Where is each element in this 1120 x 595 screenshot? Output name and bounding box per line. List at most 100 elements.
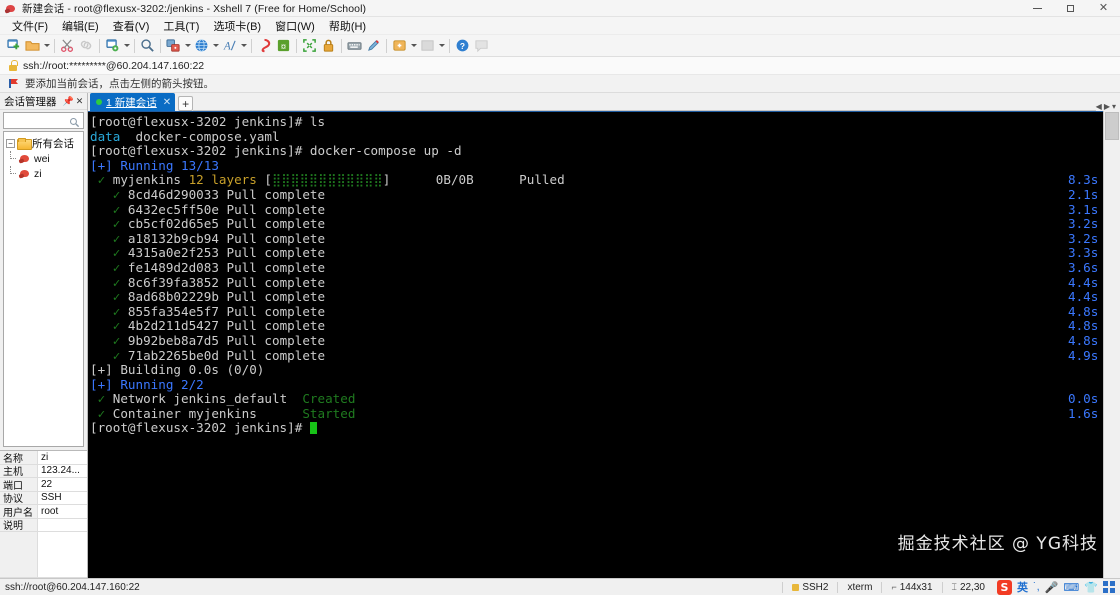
terminal-line: [root@flexusx-3202 jenkins]# ls <box>90 114 1103 130</box>
menu-tabs[interactable]: 选项卡(B) <box>206 17 268 35</box>
terminal-text: data <box>90 128 121 144</box>
property-value-empty <box>38 532 87 577</box>
maximize-button[interactable] <box>1054 0 1087 17</box>
terminal-line: ✓ 6432ec5ff50e Pull complete 3.1s <box>90 202 1103 218</box>
folder-dropdown-caret[interactable] <box>42 36 51 55</box>
package-caret[interactable] <box>409 36 418 55</box>
status-protocol-label: SSH2 <box>802 581 829 593</box>
menu-view[interactable]: 查看(V) <box>106 17 157 35</box>
session-item-zi[interactable]: zi <box>6 166 81 181</box>
new-tab-button[interactable]: + <box>178 96 194 111</box>
pin-icon[interactable]: 📌 <box>63 95 74 108</box>
terminal-text: 8ad68b02229b Pull complete <box>120 289 326 305</box>
toolbar-separator <box>160 38 161 53</box>
terminal-line: [+] Running 2/2 <box>90 377 1103 393</box>
menu-help[interactable]: 帮助(H) <box>322 17 373 35</box>
layout-caret[interactable] <box>437 36 446 55</box>
status-protocol: SSH2 <box>783 582 837 593</box>
terminal-text: ] 0B/0B Pulled <box>382 172 565 188</box>
terminal-duration: 4.8s <box>1068 332 1099 348</box>
tab-nav-menu-icon[interactable]: ▾ <box>1112 102 1116 111</box>
terminal-duration: 3.2s <box>1068 230 1099 246</box>
xshell-icon <box>4 2 18 15</box>
keyboard-icon[interactable] <box>345 36 364 55</box>
menu-window[interactable]: 窗口(W) <box>268 17 322 35</box>
terminal-duration: 4.9s <box>1068 347 1099 363</box>
window-title: 新建会话 - root@flexusx-3202:/jenkins - Xshe… <box>22 2 367 15</box>
tab-session-1[interactable]: 1 新建会话 ✕ <box>90 93 176 111</box>
tshirt-icon[interactable]: 👕 <box>1084 581 1098 594</box>
session-manager-panel: 会话管理器 📌 ✕ − 所有会话 wei zi 名称 zi 主机 123.24.… <box>0 93 88 578</box>
address-bar[interactable]: ssh://root:*********@60.204.147.160:22 <box>0 57 1120 75</box>
fullscreen-icon[interactable] <box>300 36 319 55</box>
connected-dot-icon <box>96 99 102 105</box>
close-icon[interactable]: ✕ <box>74 95 85 108</box>
keyboard-icon[interactable]: ⌨ <box>1063 581 1079 594</box>
terminal-text: [+] Building 0.0s (0/0) <box>90 362 265 378</box>
terminal-line: ✓ a18132b9cb94 Pull complete 3.2s <box>90 230 1103 247</box>
close-button[interactable]: ✕ <box>1087 0 1120 17</box>
punctuation-icon[interactable]: ˙, <box>1033 581 1040 593</box>
tab-nav-prev-icon[interactable]: ◀ <box>1096 102 1102 111</box>
menu-file[interactable]: 文件(F) <box>5 17 55 35</box>
property-key: 端口 <box>0 478 38 492</box>
mic-icon[interactable]: 🎤 <box>1045 581 1059 594</box>
tab-nav-next-icon[interactable]: ▶ <box>1104 102 1110 111</box>
session-icon <box>18 168 31 180</box>
package-icon[interactable] <box>390 36 409 55</box>
open-folder-icon[interactable] <box>23 36 42 55</box>
menu-tools[interactable]: 工具(T) <box>156 17 206 35</box>
new-session-icon[interactable] <box>4 36 23 55</box>
minimize-icon <box>1033 7 1042 9</box>
menu-edit[interactable]: 编辑(E) <box>55 17 106 35</box>
scissors-icon[interactable] <box>58 36 77 55</box>
toolbar-separator <box>386 38 387 53</box>
toolbar-separator <box>341 38 342 53</box>
session-manager-title: 会话管理器 <box>4 95 57 108</box>
terminal-text: [root@flexusx-3202 jenkins]# docker-comp… <box>90 143 462 159</box>
terminal-line: [+] Running 13/13 <box>90 157 1103 174</box>
terminal-output[interactable]: [root@flexusx-3202 jenkins]# ls data dock… <box>88 111 1103 578</box>
terminal-text: 855fa354e5f7 Pull complete <box>120 303 326 319</box>
session-settings-icon[interactable] <box>103 36 122 55</box>
terminal-text: 71ab2265be0d Pull complete <box>120 347 326 363</box>
globe-caret[interactable] <box>211 36 220 55</box>
money-icon[interactable]: ¤ <box>274 36 293 55</box>
ribbon-icon[interactable] <box>255 36 274 55</box>
close-icon[interactable]: ✕ <box>163 97 171 108</box>
font-caret[interactable] <box>239 36 248 55</box>
flag-icon <box>8 78 19 89</box>
grid-icon[interactable] <box>1103 581 1115 593</box>
svg-text:A: A <box>223 40 231 52</box>
transfer-caret[interactable] <box>183 36 192 55</box>
tree-root-all-sessions[interactable]: − 所有会话 <box>6 136 81 151</box>
font-icon[interactable]: A <box>220 36 239 55</box>
scrollbar-track[interactable] <box>1104 141 1120 578</box>
terminal-duration: 3.2s <box>1068 216 1099 232</box>
sogou-icon[interactable]: S <box>996 579 1012 595</box>
chinese-input-icon[interactable]: 英 <box>1017 579 1028 595</box>
scrollbar-thumb[interactable] <box>1105 112 1119 140</box>
session-tree: − 所有会话 wei zi <box>3 131 84 447</box>
lock-icon[interactable] <box>319 36 338 55</box>
terminal-text: [+] Running 13/13 <box>90 157 219 173</box>
transfer-icon[interactable] <box>164 36 183 55</box>
terminal-line: ✓ Container myjenkins Started 1.6s <box>90 406 1103 422</box>
highlighter-icon[interactable] <box>364 36 383 55</box>
session-search-box[interactable] <box>3 112 84 129</box>
globe-icon[interactable] <box>192 36 211 55</box>
minimize-button[interactable] <box>1021 0 1054 17</box>
session-item-wei[interactable]: wei <box>6 151 81 166</box>
terminal-scrollbar[interactable] <box>1103 111 1120 578</box>
session-properties-table: 名称 zi 主机 123.24... 端口 22 协议 SSH 用户名 root… <box>0 450 87 578</box>
find-icon[interactable] <box>138 36 157 55</box>
tree-expander[interactable]: − <box>6 139 15 148</box>
property-value: SSH <box>41 492 62 504</box>
status-cursor-label: 22,30 <box>959 581 985 593</box>
help-icon[interactable]: ? <box>453 36 472 55</box>
session-settings-caret[interactable] <box>122 36 131 55</box>
status-size-label: 144x31 <box>899 581 933 593</box>
cursor-icon: ⌶ <box>951 581 957 592</box>
